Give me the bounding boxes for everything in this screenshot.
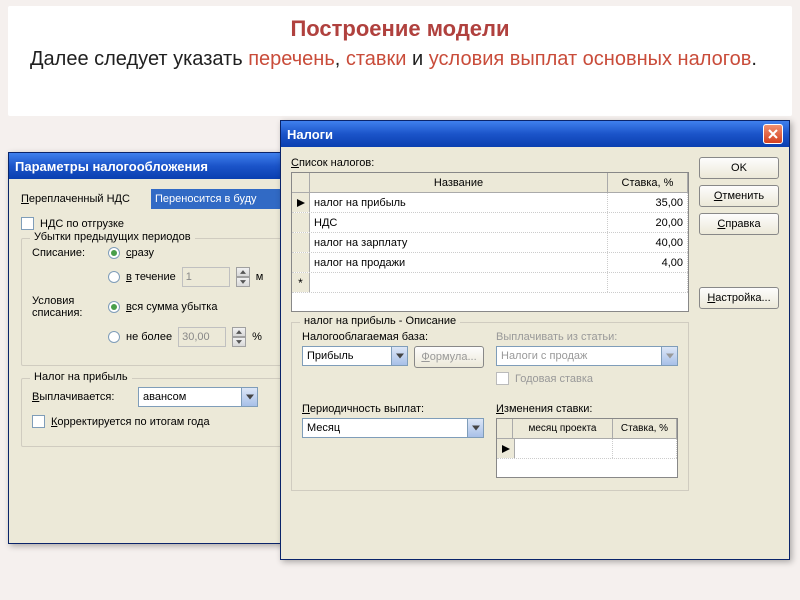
overpaid-vat-label: Переплаченный НДС (21, 193, 145, 205)
table-row[interactable]: НДС 20,00 (292, 213, 688, 233)
group-legend: Налог на прибыль (30, 371, 132, 383)
cell-rate: 20,00 (608, 213, 688, 232)
tax-grid[interactable]: Название Ставка, % налог на прибыль 35,0… (291, 172, 689, 312)
chevron-down-icon (661, 347, 677, 365)
cell-rate: 4,00 (608, 253, 688, 272)
writeoff-immediate-label: сразу (126, 247, 154, 259)
cond-limit-radio[interactable] (108, 331, 120, 343)
row-gutter (292, 213, 310, 232)
settings-button[interactable]: Настройка... (699, 287, 779, 309)
writeoff-months-field[interactable]: 1 (182, 267, 230, 287)
writeoff-immediate-radio[interactable] (108, 247, 120, 259)
new-row-indicator-icon (292, 273, 310, 292)
group-legend: Убытки предыдущих периодов (30, 231, 195, 243)
row-gutter (292, 233, 310, 252)
writeoff-months-spinner[interactable] (236, 267, 250, 287)
vat-on-shipment-label: НДС по отгрузке (40, 218, 124, 230)
window-title: Налоги (287, 127, 333, 142)
writeoff-over-period-radio[interactable] (108, 271, 120, 283)
text-part: . (751, 48, 757, 70)
cell-name: налог на продажи (310, 253, 608, 272)
dropdown-value: Месяц (303, 422, 467, 434)
taxable-base-label: Налогооблагаемая база: (302, 331, 484, 343)
cond-limit-field[interactable]: 30,00 (178, 327, 226, 347)
slide-subtitle: Далее следует указать перечень, ставки и… (30, 46, 770, 73)
text-part: Далее следует указать (30, 48, 248, 70)
percent-unit: % (252, 331, 262, 343)
pay-from-label: Выплачивать из статьи: (496, 331, 678, 343)
row-indicator-icon (292, 193, 310, 212)
writeoff-over-period-label: в течение (126, 271, 176, 283)
ok-button[interactable]: OK (699, 157, 779, 179)
pay-from-dropdown: Налоги с продаж (496, 346, 678, 366)
rate-changes-label: Изменения ставки: (496, 403, 678, 415)
close-button[interactable] (763, 124, 783, 144)
tax-list-label: Список налогов: (291, 157, 689, 169)
field-value: 1 (186, 271, 192, 283)
description-group: налог на прибыль - Описание Налогооблага… (291, 322, 689, 491)
accent-conditions: условия выплат основных налогов (429, 48, 752, 70)
button-label: Отменить (714, 190, 764, 202)
cell-name: налог на зарплату (310, 233, 608, 252)
cond-limit-spinner[interactable] (232, 327, 246, 347)
text-part: и (406, 48, 428, 70)
taxable-base-dropdown[interactable]: Прибыль (302, 346, 408, 366)
cell-rate: 40,00 (608, 233, 688, 252)
row-indicator-icon (497, 439, 515, 458)
cell-rate: 35,00 (608, 193, 688, 212)
periodicity-dropdown[interactable]: Месяц (302, 418, 484, 438)
dropdown-value: Налоги с продаж (497, 350, 661, 362)
table-row[interactable]: налог на прибыль 35,00 (292, 193, 688, 213)
titlebar[interactable]: Налоги (281, 121, 789, 147)
col-month: месяц проекта (513, 419, 613, 438)
cell-name: налог на прибыль (310, 193, 608, 212)
col-rate: Ставка, % (608, 173, 688, 192)
accent-rates: ставки (346, 48, 407, 70)
col-rate: Ставка, % (613, 419, 677, 438)
table-row[interactable]: налог на зарплату 40,00 (292, 233, 688, 253)
grid-header: Название Ставка, % (292, 173, 688, 193)
field-value: 30,00 (182, 331, 210, 343)
annual-rate-label: Годовая ставка (515, 373, 593, 385)
accent-list: перечень (248, 48, 335, 70)
cond-limit-label: не более (126, 331, 172, 343)
row-gutter (292, 253, 310, 272)
slide-header: Построение модели Далее следует указать … (8, 6, 792, 116)
table-row[interactable] (292, 273, 688, 293)
writeoff-cond-label: Условия списания: (32, 295, 102, 319)
close-icon (768, 129, 778, 139)
cond-full-label: вся сумма убытка (126, 301, 217, 313)
paid-label: Выплачивается: (32, 391, 132, 403)
button-label: Настройка... (707, 292, 770, 304)
periodicity-label: Периодичность выплат: (302, 403, 484, 415)
button-label: Формула... (421, 351, 476, 363)
taxes-window: Налоги Список налогов: Название Ставка, … (280, 120, 790, 560)
group-legend: налог на прибыль - Описание (300, 315, 460, 327)
months-unit: м (256, 271, 264, 283)
cancel-button[interactable]: Отменить (699, 185, 779, 207)
chevron-down-icon (391, 347, 407, 365)
year-correction-label: Корректируется по итогам года (51, 416, 210, 428)
year-correction-checkbox[interactable] (32, 415, 45, 428)
button-label: Справка (717, 218, 760, 230)
text-part: , (335, 48, 346, 70)
vat-on-shipment-checkbox[interactable] (21, 217, 34, 230)
window-title: Параметры налогообложения (15, 159, 208, 174)
slide-title: Построение модели (30, 16, 770, 42)
chevron-down-icon (467, 419, 483, 437)
chevron-down-icon (241, 388, 257, 406)
cell-name: НДС (310, 213, 608, 232)
cond-full-radio[interactable] (108, 301, 120, 313)
dropdown-value: Прибыль (303, 350, 391, 362)
help-button[interactable]: Справка (699, 213, 779, 235)
dropdown-value: авансом (139, 391, 241, 403)
writeoff-label: Списание: (32, 247, 102, 259)
paid-mode-dropdown[interactable]: авансом (138, 387, 258, 407)
formula-button[interactable]: Формула... (414, 346, 484, 368)
annual-rate-checkbox (496, 372, 509, 385)
button-label: OK (731, 162, 747, 174)
table-row[interactable]: налог на продажи 4,00 (292, 253, 688, 273)
rate-changes-grid[interactable]: месяц проекта Ставка, % (496, 418, 678, 478)
col-name: Название (310, 173, 608, 192)
